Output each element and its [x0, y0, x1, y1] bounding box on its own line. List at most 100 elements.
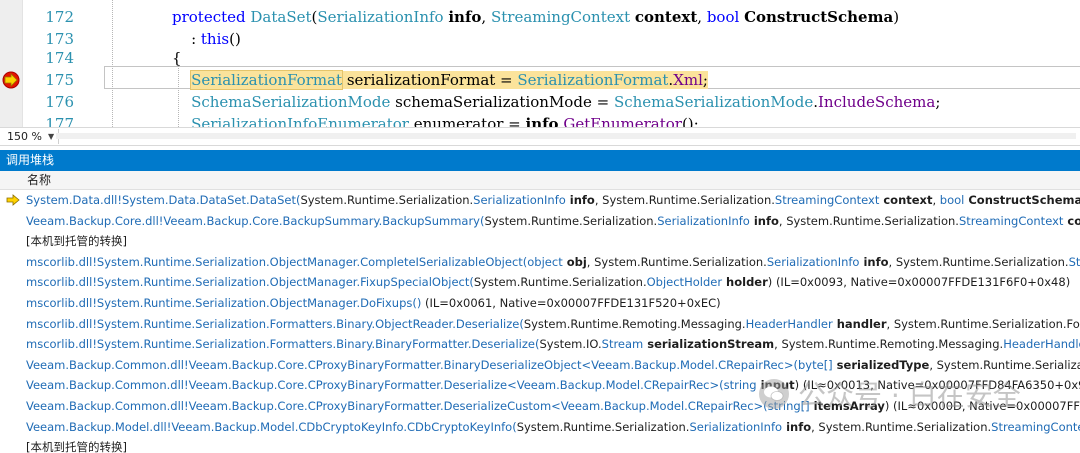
chevron-down-icon: ▼: [47, 132, 55, 141]
frame-token: obj: [562, 254, 587, 269]
frame-token: ,: [932, 193, 940, 207]
code-token: ,: [697, 8, 707, 26]
code-token: DataSet: [250, 8, 312, 26]
call-stack-frame[interactable]: mscorlib.dll!System.Runtime.Serializatio…: [0, 272, 1080, 293]
call-stack-frame[interactable]: System.Data.dll!System.Data.DataSet.Data…: [0, 190, 1080, 211]
frame-token: holder: [722, 275, 768, 290]
frame-token: ConstructSchema: [964, 193, 1080, 207]
editor-status-bar: 150 % ▼: [0, 127, 1080, 146]
frame-token: object: [527, 254, 563, 269]
frame-token: [本机到托管的转换]: [26, 440, 127, 453]
frame-token: info: [565, 193, 595, 207]
line-number: 176: [45, 93, 74, 111]
frame-token: SerializationInfo: [657, 213, 750, 228]
column-header-label: 名称: [27, 173, 52, 187]
frame-token: , System.Runtime.Remoting.Messaging.: [774, 337, 1004, 352]
code-token: {: [172, 49, 182, 67]
call-stack-frame[interactable]: mscorlib.dll!System.Runtime.Serializatio…: [0, 314, 1080, 335]
code-token: SerializationInfoEnumerator: [191, 115, 409, 127]
frame-token: Veeam.Backup.Common.dll!Veeam.Backup.Cor…: [26, 357, 798, 372]
frame-token: context: [879, 193, 933, 207]
code-token: ): [893, 8, 900, 26]
call-stack-frame[interactable]: Veeam.Backup.Core.dll!Veeam.Backup.Core.…: [0, 211, 1080, 232]
code-text: protected DataSet(SerializationInfo info…: [172, 6, 899, 28]
code-line[interactable]: 176 SchemaSerializationMode schemaSerial…: [0, 91, 1080, 113]
code-token: (): [229, 30, 241, 48]
code-text: {: [172, 47, 182, 69]
call-stack-frame[interactable]: mscorlib.dll!System.Runtime.Serializatio…: [0, 334, 1080, 355]
code-text: SchemaSerializationMode schemaSerializat…: [172, 91, 940, 113]
code-token: context: [634, 8, 698, 26]
frame-token: bool: [939, 193, 965, 207]
column-header-name[interactable]: 名称: [0, 171, 1080, 190]
frame-token: HeaderHandler: [1003, 337, 1080, 352]
frame-token: (IL=0x0061, Native=0x00007FFDE131F520+0x…: [421, 296, 721, 310]
code-line[interactable]: 172 protected DataSet(SerializationInfo i…: [0, 6, 1080, 28]
call-stack-frame[interactable]: mscorlib.dll!System.Runtime.Serializatio…: [0, 293, 1080, 314]
code-line[interactable]: 177 SerializationInfoEnumerator enumerat…: [0, 113, 1080, 127]
frame-token: System.Runtime.Serialization.: [484, 213, 658, 228]
code-token: info: [525, 115, 559, 127]
frame-token: System.IO.: [539, 337, 602, 352]
frame-token: info: [859, 254, 889, 269]
code-line[interactable]: 174 {: [0, 47, 1080, 69]
code-token: schemaSerializationMode =: [390, 93, 614, 111]
frame-token: string: [723, 378, 757, 393]
code-token: ConstructSchema: [744, 8, 894, 26]
frame-token: info: [782, 419, 812, 434]
frame-text: [本机到托管的转换]: [26, 437, 127, 453]
frame-token: , System.Runtime.Serialization.: [586, 254, 767, 269]
frame-token: SerializationInfo: [689, 419, 783, 434]
frame-token: , System.Runtime.Serialization.: [888, 254, 1069, 269]
frame-token: info: [749, 213, 779, 228]
code-token: SerializationFormat: [517, 71, 669, 89]
code-token: StreamingContext: [490, 8, 631, 26]
frame-token: Stream: [601, 337, 644, 352]
code-token: SerializationInfo: [317, 8, 444, 26]
frame-token: ) (IL=0x0093, Native=0x00007FFDE131F6F0+…: [767, 275, 1071, 290]
frame-text: mscorlib.dll!System.Runtime.Serializatio…: [26, 334, 1080, 354]
horizontal-scrollbar[interactable]: [56, 133, 1076, 139]
line-number: 177: [45, 115, 74, 127]
frame-token: SerializationInfo: [766, 254, 860, 269]
code-token: info: [448, 8, 482, 26]
current-frame-arrow-icon: [6, 194, 20, 206]
frame-text: mscorlib.dll!System.Runtime.Serializatio…: [26, 293, 721, 313]
code-token: ;: [702, 71, 708, 89]
frame-token: Veeam.Backup.Model.dll!Veeam.Backup.Mode…: [26, 419, 517, 434]
frame-text: Veeam.Backup.Core.dll!Veeam.Backup.Core.…: [26, 211, 1080, 231]
frame-text: System.Data.dll!System.Data.DataSet.Data…: [26, 190, 1080, 210]
call-stack-frame[interactable]: [本机到托管的转换]: [0, 437, 1080, 453]
code-editor[interactable]: 172 protected DataSet(SerializationInfo i…: [0, 0, 1080, 127]
call-stack-frame[interactable]: mscorlib.dll!System.Runtime.Serializatio…: [0, 252, 1080, 273]
frame-token: , System.Runtime.Serialization.: [778, 213, 959, 228]
frame-token: SerializationInfo: [473, 193, 566, 207]
frame-token: StreamingContext: [774, 193, 880, 207]
zoom-level-dropdown[interactable]: 150 % ▼: [3, 129, 60, 144]
zoom-level-value: 150 %: [7, 130, 42, 143]
watermark: 公众号 · 白在安全: [758, 368, 1021, 420]
frame-token: StreamingContext: [1068, 254, 1080, 269]
call-stack-frame[interactable]: [本机到托管的转换]: [0, 231, 1080, 252]
code-token: serializationFormat =: [342, 71, 518, 89]
code-token: ();: [681, 115, 699, 127]
frame-token: serializationStream: [643, 337, 775, 352]
code-token: enumerator =: [408, 115, 526, 127]
frame-text: mscorlib.dll!System.Runtime.Serializatio…: [26, 272, 1070, 292]
code-line[interactable]: 175 SerializationFormat serializationFor…: [0, 69, 1080, 91]
code-token: SchemaSerializationMode: [191, 93, 391, 111]
code-text: SerializationInfoEnumerator enumerator =…: [172, 113, 699, 127]
code-token: protected: [172, 8, 251, 26]
frame-token: System.Runtime.Serialization.: [516, 419, 690, 434]
frame-token: System.Data.dll!System.Data.DataSet.Data…: [26, 193, 301, 207]
code-token: IncludeSchema: [818, 93, 936, 111]
frame-token: mscorlib.dll!System.Runtime.Serializatio…: [26, 337, 540, 352]
frame-token: ObjectHolder: [646, 275, 723, 290]
frame-token: Veeam.Backup.Common.dll!Veeam.Backup.Cor…: [26, 378, 724, 393]
line-number: 175: [45, 71, 74, 89]
frame-token: Veeam.Backup.Common.dll!Veeam.Backup.Cor…: [26, 399, 768, 413]
code-token: ,: [481, 8, 491, 26]
frame-token: mscorlib.dll!System.Runtime.Serializatio…: [26, 275, 474, 290]
frame-token: handler: [832, 316, 887, 331]
